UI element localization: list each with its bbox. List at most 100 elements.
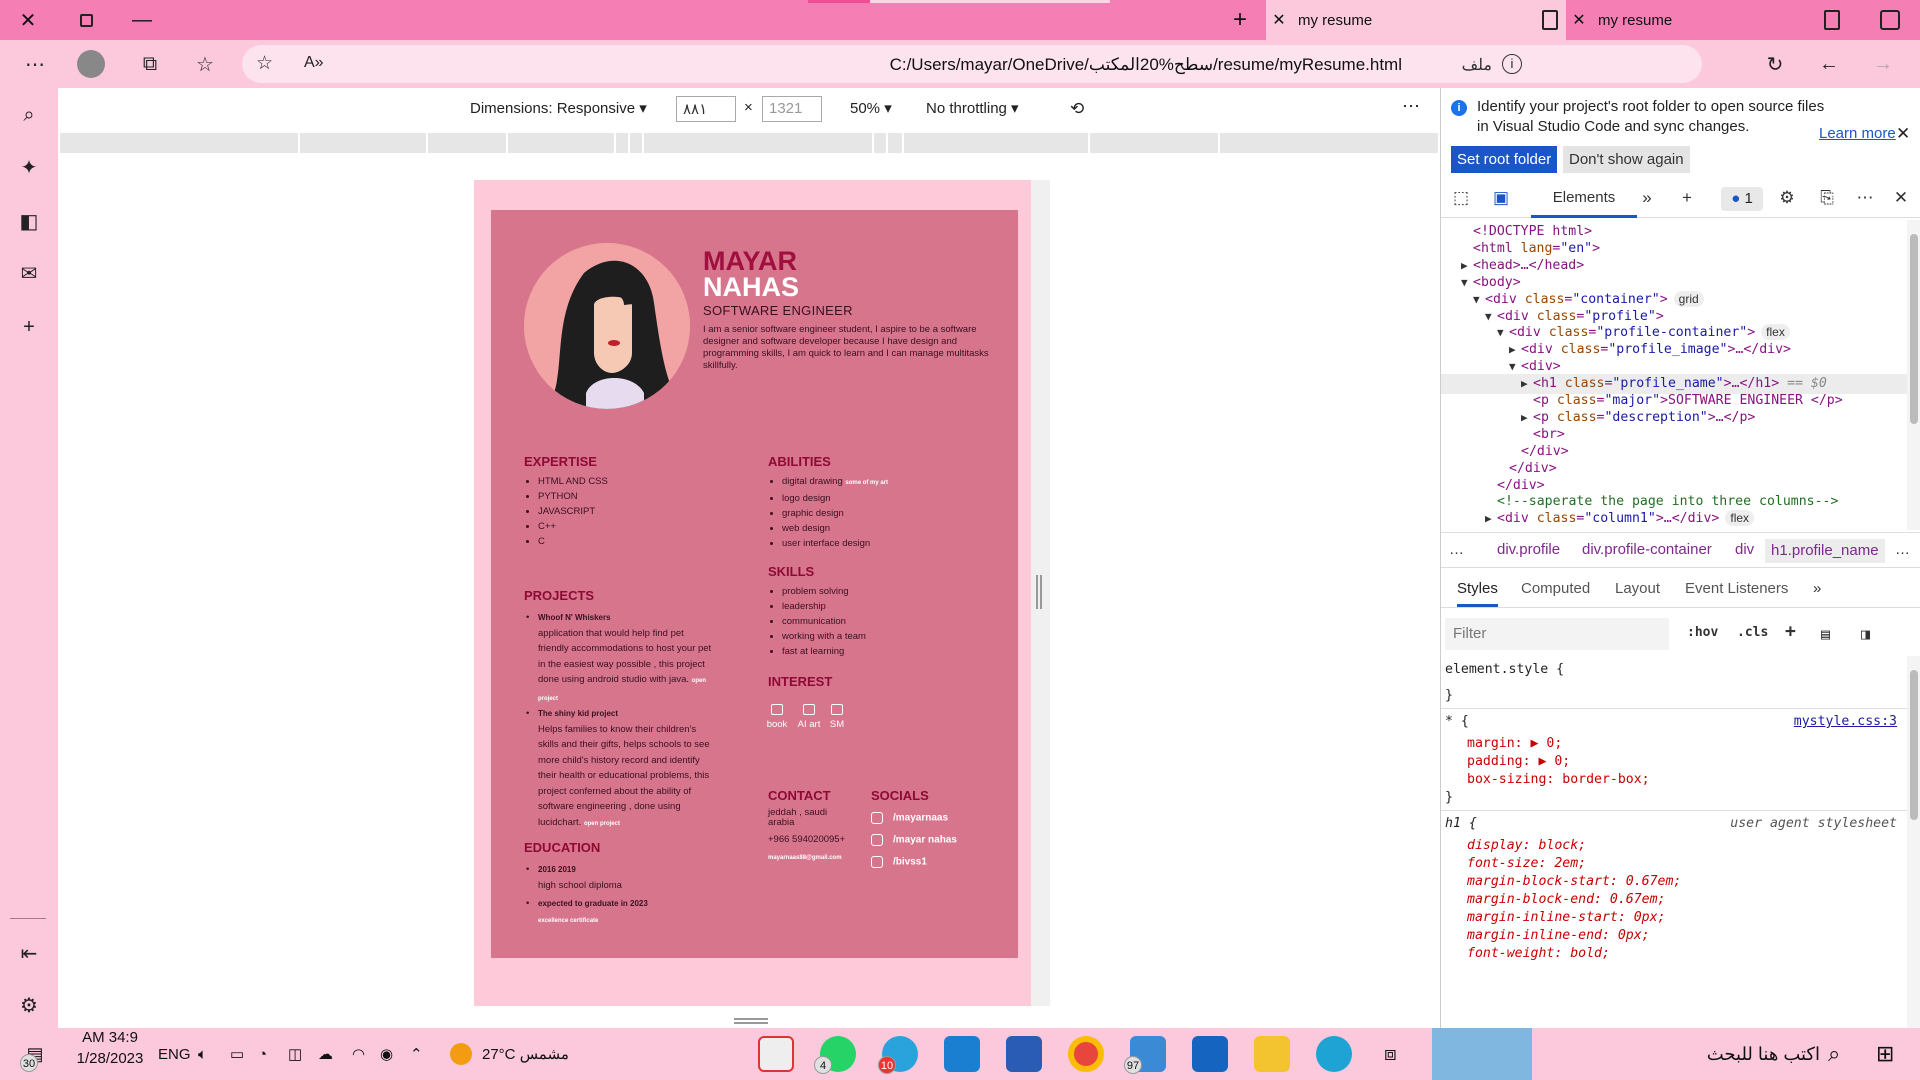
tab-actions-icon[interactable] <box>1880 10 1900 30</box>
app-word-icon[interactable] <box>1006 1036 1042 1072</box>
device-more-icon[interactable]: ⋯ <box>1402 96 1420 117</box>
tab-close-icon[interactable]: ✕ <box>1266 10 1292 30</box>
layout-badge[interactable]: flex <box>1761 324 1790 341</box>
class-toggle[interactable]: .cls <box>1737 625 1768 640</box>
styles-pane[interactable]: element.style { } * { mystyle.css:3 marg… <box>1441 656 1907 1028</box>
customize-icon[interactable]: ⎘ <box>1815 188 1839 210</box>
close-devtools-icon[interactable]: ✕ <box>1889 188 1913 210</box>
social-github[interactable]: /mayarnaas <box>871 812 948 824</box>
add-sidebar-item-icon[interactable]: + <box>12 310 46 344</box>
onedrive-icon[interactable]: ☁ <box>318 1038 333 1070</box>
resize-handle-right[interactable] <box>1036 575 1042 609</box>
dimensions-select[interactable]: Dimensions: Responsive ▾ <box>470 99 647 117</box>
css-declaration[interactable]: padding: ▶ 0; <box>1467 754 1570 769</box>
interest-sm[interactable]: SM <box>807 704 867 730</box>
sidebar-toggle-icon[interactable]: ◨ <box>1861 625 1870 643</box>
social-phone[interactable]: /mayar nahas <box>871 834 957 846</box>
taskbar-search-box[interactable]: اكتب هنا للبحث <box>1630 1038 1820 1070</box>
close-icon[interactable]: ✕ <box>1896 124 1910 144</box>
input-language[interactable]: ENG <box>158 1038 191 1070</box>
breadcrumb-item[interactable]: div.profile-container <box>1582 541 1712 558</box>
tab-computed[interactable]: Computed <box>1521 580 1590 597</box>
tab-elements[interactable]: Elements <box>1531 180 1637 218</box>
set-root-folder-button[interactable]: Set root folder <box>1451 146 1558 173</box>
start-icon[interactable]: ⊞ <box>1876 1038 1894 1070</box>
record-icon[interactable]: ◉ <box>380 1038 393 1070</box>
task-view-icon[interactable]: ⧈ <box>1384 1038 1397 1070</box>
more-menu-icon[interactable]: ⋯ <box>18 48 52 80</box>
tab-styles[interactable]: Styles <box>1457 580 1498 607</box>
color-format-icon[interactable]: ▤ <box>1821 625 1830 643</box>
camera-icon[interactable]: ◫ <box>288 1038 302 1070</box>
chevron-up-icon[interactable]: ⌃ <box>410 1038 423 1070</box>
favorites-icon[interactable]: ☆ <box>188 48 222 80</box>
css-declaration[interactable]: margin: ▶ 0; <box>1467 736 1562 751</box>
stylesheet-link[interactable]: mystyle.css:3 <box>1794 714 1897 729</box>
search-icon[interactable]: ⌕ <box>12 98 46 132</box>
art-link[interactable]: some of my art <box>845 480 888 486</box>
app-chrome-icon[interactable] <box>1068 1036 1104 1072</box>
discover-icon[interactable]: ✦ <box>12 150 46 184</box>
office-icon[interactable]: ◧ <box>12 204 46 238</box>
add-favorite-icon[interactable]: ☆ <box>256 52 273 75</box>
app-explorer-icon[interactable] <box>1254 1036 1290 1072</box>
styles-filter-input[interactable]: Filter <box>1445 618 1669 650</box>
settings-gear-icon[interactable]: ⚙ <box>12 988 46 1022</box>
app-paint-icon[interactable] <box>758 1036 794 1072</box>
media-query-ruler[interactable] <box>60 133 1438 153</box>
zoom-select[interactable]: 50% ▾ <box>850 99 892 117</box>
dont-show-again-button[interactable]: Don't show again <box>1563 146 1690 173</box>
dom-tree[interactable]: <!DOCTYPE html> <html lang="en"> ▶ <head>…<… <box>1441 220 1907 530</box>
breadcrumb-overflow[interactable]: … <box>1895 541 1910 558</box>
wifi-icon[interactable]: ◔ <box>258 1038 267 1070</box>
dom-scrollbar[interactable] <box>1907 220 1920 530</box>
height-input[interactable]: 1321 <box>762 96 822 122</box>
refresh-icon[interactable]: ↻ <box>1758 48 1792 80</box>
resize-handle-bottom[interactable] <box>734 1018 768 1024</box>
network-icon[interactable]: ◠ <box>352 1038 365 1070</box>
settings-gear-icon[interactable]: ⚙ <box>1775 188 1799 210</box>
social-instagram[interactable]: /bivss1 <box>871 856 927 868</box>
hide-sidebar-icon[interactable]: ⇤ <box>12 936 46 970</box>
close-window-icon[interactable]: ✕ <box>4 0 52 40</box>
breadcrumb-item[interactable]: div.profile <box>1497 541 1560 558</box>
new-tab-button[interactable]: + <box>1220 0 1260 40</box>
more-options-icon[interactable]: ⋯ <box>1853 188 1877 210</box>
outlook-icon[interactable]: ✉ <box>12 256 46 290</box>
add-tab-icon[interactable]: + <box>1675 188 1699 210</box>
clock[interactable]: AM 34:9 1/28/2023 <box>72 1029 148 1067</box>
expand-toggle-icon[interactable]: ▶ <box>1485 509 1497 529</box>
new-rule-icon[interactable]: + <box>1785 621 1796 642</box>
tab-layout[interactable]: Layout <box>1615 580 1660 597</box>
forward-icon[interactable]: → <box>1866 48 1900 80</box>
battery-icon[interactable]: ▭ <box>230 1038 244 1070</box>
styles-scrollbar[interactable] <box>1907 656 1920 1028</box>
inspect-icon[interactable]: ⬚ <box>1449 188 1473 210</box>
read-aloud-icon[interactable]: A» <box>304 54 324 72</box>
issues-badge[interactable]: ● 1 <box>1721 187 1763 211</box>
device-toggle-icon[interactable]: ▣ <box>1489 188 1513 210</box>
search-icon[interactable]: ⌕ <box>1828 1038 1840 1070</box>
restore-window-icon[interactable] <box>62 0 110 40</box>
tab-event-listeners[interactable]: Event Listeners <box>1685 580 1788 597</box>
breadcrumb-item-selected[interactable]: h1.profile_name <box>1765 539 1885 563</box>
breadcrumb-item[interactable]: div <box>1735 541 1754 558</box>
learn-more-link[interactable]: Learn more <box>1819 125 1896 142</box>
width-input[interactable]: ٨٨١ <box>676 96 736 122</box>
rotate-icon[interactable]: ⟲ <box>1070 99 1084 119</box>
tab-my-resume-2[interactable]: ✕ my resume <box>1566 0 1848 40</box>
contact-email[interactable]: mayarnaas88@gmail.com <box>768 855 842 861</box>
layout-badge[interactable]: flex <box>1725 510 1755 527</box>
profile-avatar-icon[interactable] <box>74 48 108 80</box>
more-panels-icon[interactable]: » <box>1813 580 1821 597</box>
css-declaration[interactable]: box-sizing: border-box; <box>1467 772 1650 787</box>
weather-widget[interactable]: 27°C مشمس <box>450 1038 569 1070</box>
more-tabs-icon[interactable]: » <box>1635 188 1659 210</box>
app-vscode-icon[interactable] <box>944 1036 980 1072</box>
app-edge-icon[interactable] <box>1316 1036 1352 1072</box>
collections-icon[interactable]: ⧉ <box>133 48 167 80</box>
minimize-window-icon[interactable]: — <box>118 0 166 40</box>
hover-state-toggle[interactable]: :hov <box>1687 625 1718 640</box>
layout-badge[interactable]: grid <box>1673 290 1704 307</box>
info-icon[interactable]: i <box>1502 54 1522 74</box>
